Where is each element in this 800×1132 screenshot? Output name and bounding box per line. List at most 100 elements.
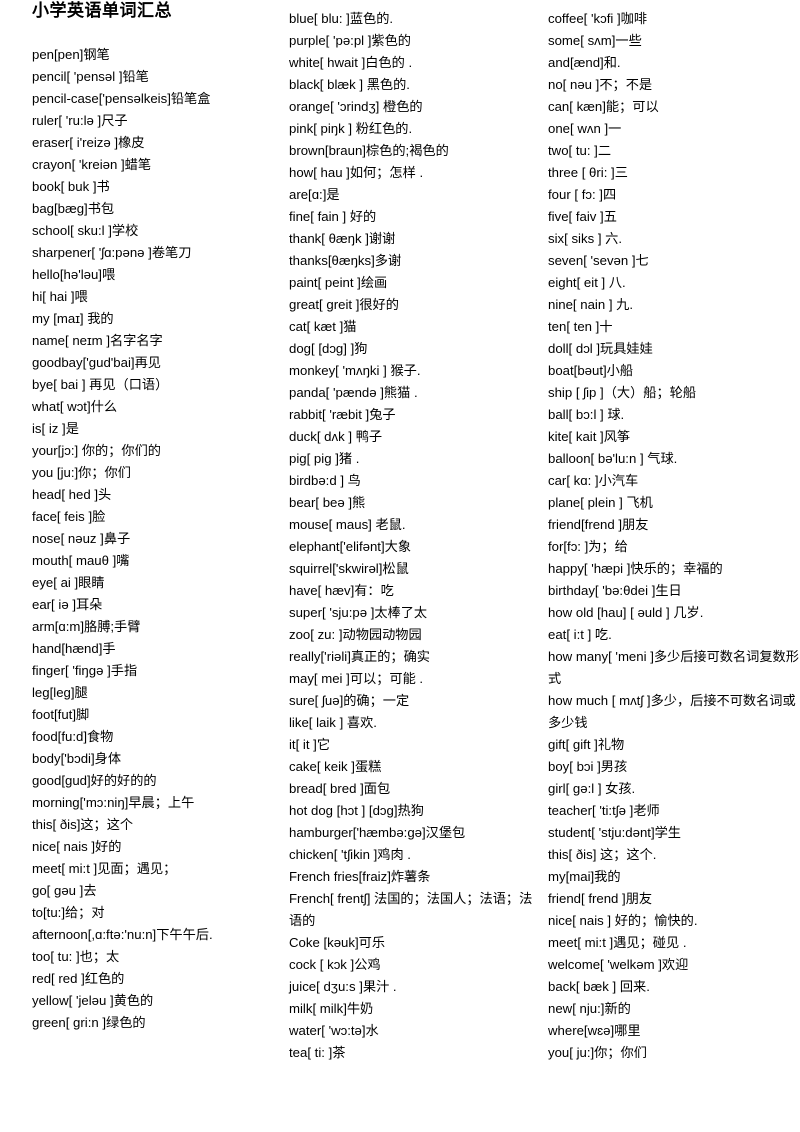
vocabulary-entry: sure[ ʃuə]的确；一定 [289, 693, 410, 708]
vocabulary-entry: bear[ beə ]熊 [289, 495, 366, 510]
vocabulary-entry: great[ greit ]很好的 [289, 297, 399, 312]
vocabulary-entry: French[ frentʃ] 法国的；法国人；法语；法语的 [289, 891, 533, 928]
vocabulary-entry: rabbit[ 'ræbit ]兔子 [289, 407, 396, 422]
vocabulary-entry: mouse[ maus] 老鼠. [289, 517, 406, 532]
vocabulary-entry: nice[ nais ]好的 [32, 839, 122, 854]
vocabulary-entry: milk[ milk]牛奶 [289, 1001, 374, 1016]
vocabulary-entry: arm[ɑ:m]胳膊;手臂 [32, 619, 141, 634]
vocabulary-column-3: coffee[ 'kɔfi ]咖啡 some[ sʌm]一些 and[ænd]和. n… [548, 0, 800, 1064]
vocabulary-entry: afternoon[,ɑ:ftə:'nu:n]下午午后. [32, 927, 213, 942]
vocabulary-entry: have[ hæv]有：吃 [289, 583, 394, 598]
vocabulary-entry: may[ mei ]可以；可能 . [289, 671, 424, 686]
vocabulary-entry: kite[ kait ]风筝 [548, 429, 631, 444]
vocabulary-entry: brown[braun]棕色的;褐色的 [289, 143, 449, 158]
vocabulary-entry: new[ nju:]新的 [548, 1001, 631, 1016]
vocabulary-entry: nice[ nais ] 好的；愉快的. [548, 913, 698, 928]
vocabulary-entry: nine[ nain ] 九. [548, 297, 634, 312]
vocabulary-entry: friend[frend ]朋友 [548, 517, 649, 532]
vocabulary-entry: to[tu:]给；对 [32, 905, 105, 920]
vocabulary-entry: are[ɑ:]是 [289, 187, 340, 202]
vocabulary-entry: coffee[ 'kɔfi ]咖啡 [548, 11, 648, 26]
vocabulary-document-page: 小学英语单词汇总 pen[pen]钢笔 pencil[ 'pensəl ]铅笔 pe… [0, 0, 800, 1132]
vocabulary-entry: ear[ iə ]耳朵 [32, 597, 103, 612]
vocabulary-entry: ten[ ten ]十 [548, 319, 613, 334]
vocabulary-entry: zoo[ zu: ]动物园动物园 [289, 627, 422, 642]
vocabulary-entry: squirrel['skwirəl]松鼠 [289, 561, 409, 576]
vocabulary-entry: teacher[ 'ti:tʃə ]老师 [548, 803, 660, 818]
vocabulary-entry: hand[hænd]手 [32, 641, 116, 656]
vocabulary-entry: elephant['elifənt]大象 [289, 539, 412, 554]
vocabulary-entry: hot dog [hɔt ] [dɔg]热狗 [289, 803, 424, 818]
vocabulary-entry: green[ gri:n ]绿色的 [32, 1015, 146, 1030]
title-spacer [32, 22, 284, 44]
vocabulary-entry: balloon[ bə'lu:n ] 气球. [548, 451, 678, 466]
vocabulary-entry: eraser[ i'reizə ]橡皮 [32, 135, 145, 150]
vocabulary-entry: six[ siks ] 六. [548, 231, 622, 246]
vocabulary-entry: monkey[ 'mʌŋki ] 猴子. [289, 363, 421, 378]
vocabulary-entry: good[gud]好的好的的 [32, 773, 157, 788]
vocabulary-entry: face[ feis ]脸 [32, 509, 106, 524]
vocabulary-entry: pink[ piŋk ] 粉红色的. [289, 121, 413, 136]
vocabulary-entry: bye[ bai ] 再见（口语） [32, 377, 169, 392]
page-title: 小学英语单词汇总 [32, 1, 172, 20]
vocabulary-entry: my [maɪ] 我的 [32, 311, 114, 326]
vocabulary-entry: white[ hwait ]白色的 . [289, 55, 413, 70]
vocabulary-entry: leg[leg]腿 [32, 685, 88, 700]
vocabulary-entry: for[fɔ: ]为；给 [548, 539, 628, 554]
vocabulary-entry: boy[ bɔi ]男孩 [548, 759, 628, 774]
vocabulary-entry: orange[ 'ɔrindʒ] 橙色的 [289, 99, 423, 114]
column-2-top-pad [289, 0, 541, 8]
vocabulary-entry: seven[ 'sevən ]七 [548, 253, 649, 268]
vocabulary-entry: thank[ θæŋk ]谢谢 [289, 231, 396, 246]
vocabulary-entry: meet[ mi:t ]遇见；碰见 . [548, 935, 687, 950]
vocabulary-entry: back[ bæk ] 回来. [548, 979, 650, 994]
vocabulary-entry: book[ buk ]书 [32, 179, 110, 194]
vocabulary-entry: and[ænd]和. [548, 55, 621, 70]
vocabulary-entry-list-3: coffee[ 'kɔfi ]咖啡 some[ sʌm]一些 and[ænd]和. n… [548, 8, 800, 1064]
vocabulary-entry: plane[ plein ] 飞机 [548, 495, 653, 510]
vocabulary-entry: this[ ðis]这；这个 [32, 817, 134, 832]
vocabulary-entry: ball[ bɔ:l ] 球. [548, 407, 625, 422]
vocabulary-entry: body['bɔdi]身体 [32, 751, 122, 766]
vocabulary-entry: duck[ dʌk ] 鸭子 [289, 429, 383, 444]
vocabulary-entry: it[ it ]它 [289, 737, 331, 752]
vocabulary-entry: four [ fɔ: ]四 [548, 187, 617, 202]
vocabulary-entry: you [ju:]你；你们 [32, 465, 131, 480]
vocabulary-entry: school[ sku:l ]学校 [32, 223, 139, 238]
vocabulary-entry: doll[ dɔl ]玩具娃娃 [548, 341, 653, 356]
vocabulary-entry: birdbə:d ] 鸟 [289, 473, 361, 488]
vocabulary-entry: hamburger['hæmbə:gə]汉堡包 [289, 825, 466, 840]
vocabulary-entry: tea[ ti: ]茶 [289, 1045, 346, 1060]
vocabulary-entry: ruler[ 'ru:lə ]尺子 [32, 113, 128, 128]
vocabulary-entry: crayon[ 'kreiən ]蜡笔 [32, 157, 152, 172]
vocabulary-entry: how much [ mʌtʃ ]多少，后接不可数名词或多少钱 [548, 693, 796, 730]
vocabulary-entry: Coke [kəuk]可乐 [289, 935, 386, 950]
vocabulary-entry: water[ 'wɔ:tə]水 [289, 1023, 379, 1038]
vocabulary-entry: friend[ frend ]朋友 [548, 891, 653, 906]
vocabulary-entry: panda[ 'pændə ]熊猫 . [289, 385, 418, 400]
vocabulary-entry: blue[ blu: ]蓝色的. [289, 11, 394, 26]
vocabulary-entry: ship [ ʃip ]（大）船；轮船 [548, 385, 697, 400]
vocabulary-entry: two[ tu: ]二 [548, 143, 612, 158]
vocabulary-entry: welcome[ 'welkəm ]欢迎 [548, 957, 689, 972]
vocabulary-entry: how old [hau] [ əuld ] 几岁. [548, 605, 704, 620]
vocabulary-entry: French fries[fraiz]炸薯条 [289, 869, 431, 884]
vocabulary-entry: some[ sʌm]一些 [548, 33, 642, 48]
vocabulary-entry: hello[hə'ləu]喂 [32, 267, 116, 282]
vocabulary-entry: juice[ dʒu:s ]果汁 . [289, 979, 397, 994]
vocabulary-column-1: 小学英语单词汇总 pen[pen]钢笔 pencil[ 'pensəl ]铅笔 pe… [32, 0, 284, 1034]
vocabulary-entry: can[ kæn]能；可以 [548, 99, 659, 114]
vocabulary-entry: car[ kɑ: ]小汽车 [548, 473, 639, 488]
vocabulary-entry: student[ 'stju:dənt]学生 [548, 825, 681, 840]
vocabulary-entry: this[ ðis] 这；这个. [548, 847, 657, 862]
vocabulary-column-2: blue[ blu: ]蓝色的. purple[ 'pə:pl ]紫色的 white… [289, 0, 541, 1064]
vocabulary-entry: super[ 'sju:pə ]太棒了太 [289, 605, 428, 620]
vocabulary-entry: five[ faiv ]五 [548, 209, 617, 224]
vocabulary-entry: happy[ 'hæpi ]快乐的；幸福的 [548, 561, 723, 576]
vocabulary-entry: my[mai]我的 [548, 869, 621, 884]
vocabulary-entry: sharpener[ 'ʃɑ:pənə ]卷笔刀 [32, 245, 192, 260]
vocabulary-entry: pen[pen]钢笔 [32, 47, 110, 62]
vocabulary-entry: really['riəli]真正的；确实 [289, 649, 430, 664]
vocabulary-entry: name[ neɪm ]名字名字 [32, 333, 163, 348]
vocabulary-entry: you[ ju:]你；你们 [548, 1045, 647, 1060]
